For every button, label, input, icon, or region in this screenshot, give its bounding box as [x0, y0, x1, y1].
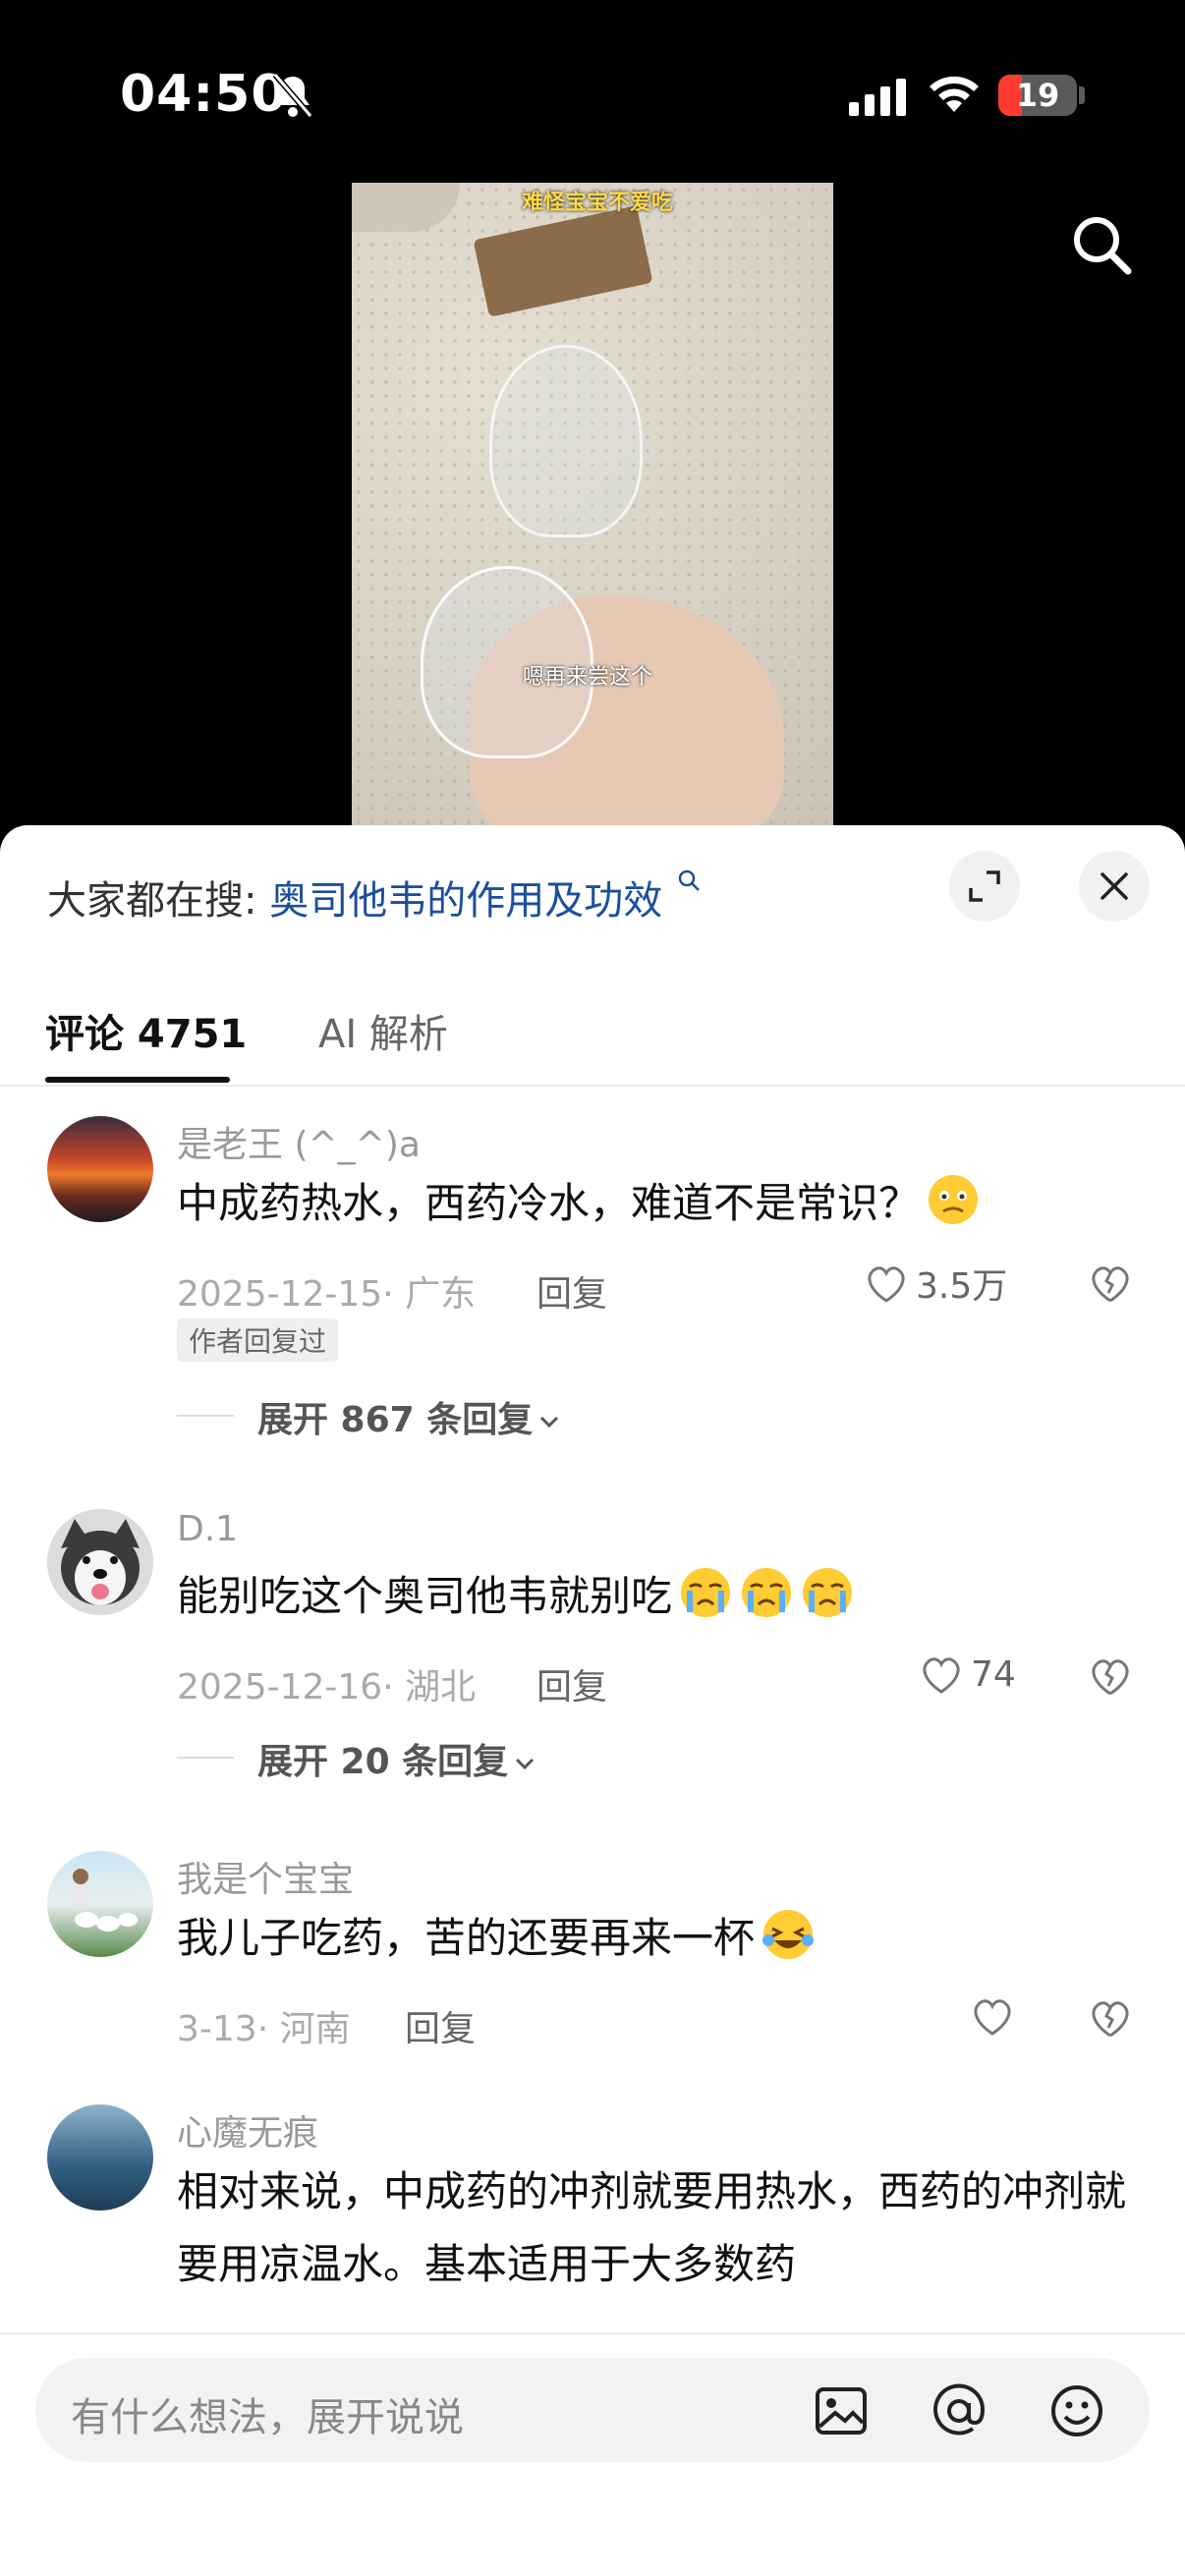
like-button[interactable]: 74 [918, 1651, 1016, 1702]
comment-text: 我儿子吃药，苦的还要再来一杯 [177, 1902, 1140, 1975]
expand-replies-button[interactable]: 展开 867 条回复 [257, 1391, 562, 1442]
reply-button[interactable]: 回复 [405, 2000, 476, 2051]
comment-username[interactable]: 是老王 (^_^)a [177, 1116, 421, 1167]
comment-tabs: 评论 4751 AI 解析 [0, 982, 1185, 1087]
battery-cap [1079, 86, 1085, 104]
thinking-face-emoji-icon [929, 1175, 979, 1224]
comment-sheet: 大家都在搜: 奥司他韦的作用及功效 评论 4751 AI 解析 是老王 (^_^… [0, 825, 1185, 2576]
video-caption-top: 难怪宝宝不爱吃 [521, 191, 673, 215]
comment-date-location: 2025-12-15· 广东 [177, 1274, 477, 1315]
expand-icon [969, 870, 1000, 902]
avatar[interactable] [47, 1116, 153, 1222]
comment-text: 能别吃这个奥司他韦就别吃 [177, 1560, 1140, 1633]
crying-face-emoji-icon [742, 1568, 792, 1617]
comment-username[interactable]: 心魔无痕 [177, 2104, 318, 2156]
heart-icon [923, 1657, 960, 1694]
expand-replies-button[interactable]: 展开 20 条回复 [257, 1733, 537, 1784]
status-time: 04:50 [120, 65, 288, 124]
wifi-icon [930, 76, 979, 112]
close-sheet-button[interactable] [1079, 851, 1150, 922]
chevron-down-icon [540, 1416, 559, 1428]
emoji-icon[interactable] [1047, 2381, 1106, 2440]
crying-face-emoji-icon [681, 1568, 731, 1617]
crying-face-emoji-icon [803, 1568, 853, 1617]
dog-avatar-image [47, 1509, 153, 1615]
comment-username[interactable]: D.1 [177, 1509, 238, 1549]
hot-search-link[interactable]: 奥司他韦的作用及功效 [269, 878, 662, 924]
active-tab-indicator [45, 1077, 230, 1083]
dislike-icon[interactable] [1087, 1652, 1134, 1700]
video-player[interactable]: 难怪宝宝不爱吃 嗯再来尝这个 [352, 183, 833, 831]
avatar[interactable] [47, 1851, 153, 1957]
dislike-icon[interactable] [1087, 1994, 1134, 2042]
status-bar: 04:50 19 [0, 0, 1185, 187]
close-icon [1100, 872, 1128, 900]
heart-icon [974, 1999, 1011, 2036]
cellular-signal-icon [849, 79, 906, 116]
author-replied-badge: 作者回复过 [177, 1318, 339, 1362]
comment-input[interactable]: 有什么想法，展开说说 [35, 2358, 1150, 2462]
comment-text: 相对来说，中成药的冲剂就要用热水，西药的冲剂就要用凉温水。基本适用于大多数药 [177, 2167, 1127, 2288]
hot-search-bar[interactable]: 大家都在搜: 奥司他韦的作用及功效 [47, 868, 703, 925]
search-icon[interactable] [1067, 210, 1136, 279]
mention-icon[interactable] [930, 2381, 988, 2440]
comment-list[interactable]: 是老王 (^_^)a 中成药热水，西药冷水，难道不是常识？ 2025-12-15… [0, 1085, 1185, 2332]
hot-search-prefix: 大家都在搜: [47, 878, 257, 924]
laughing-tears-emoji-icon [762, 1910, 815, 1959]
like-button[interactable] [969, 1992, 1022, 2044]
divider-line [177, 1757, 234, 1759]
expand-sheet-button[interactable] [949, 851, 1020, 922]
comment-username[interactable]: 我是个宝宝 [177, 1851, 354, 1902]
image-icon[interactable] [812, 2381, 871, 2440]
comment-date-location: 2025-12-16· 湖北 [177, 1667, 477, 1708]
chevron-down-icon [516, 1758, 535, 1770]
video-cup [489, 345, 643, 537]
geese-avatar-image [73, 1869, 138, 1932]
battery-percent: 19 [1015, 77, 1060, 114]
comment-input-bar: 有什么想法，展开说说 [0, 2332, 1185, 2576]
divider-line [177, 1415, 234, 1417]
small-search-icon [678, 869, 700, 891]
video-caption-subtitle: 嗯再来尝这个 [522, 665, 652, 690]
comment-date-location: 3-13· 河南 [177, 2009, 351, 2049]
avatar[interactable] [47, 2104, 153, 2211]
battery-indicator: 19 [998, 75, 1077, 116]
comment-text: 中成药热水，西药冷水，难道不是常识？ [177, 1167, 1140, 1240]
like-count: 74 [971, 1653, 1016, 1695]
heart-icon [868, 1266, 905, 1303]
like-count: 3.5万 [916, 1266, 1008, 1307]
reply-button[interactable]: 回复 [536, 1265, 607, 1316]
tab-comments[interactable]: 评论 4751 [45, 1002, 247, 1059]
like-button[interactable]: 3.5万 [863, 1258, 1007, 1309]
mute-bell-icon [272, 73, 313, 118]
dislike-icon[interactable] [1087, 1260, 1134, 1307]
avatar[interactable] [47, 1509, 153, 1615]
comment-input-placeholder: 有什么想法，展开说说 [71, 2395, 464, 2440]
tab-ai-analysis[interactable]: AI 解析 [318, 1002, 448, 1059]
reply-button[interactable]: 回复 [536, 1658, 607, 1709]
